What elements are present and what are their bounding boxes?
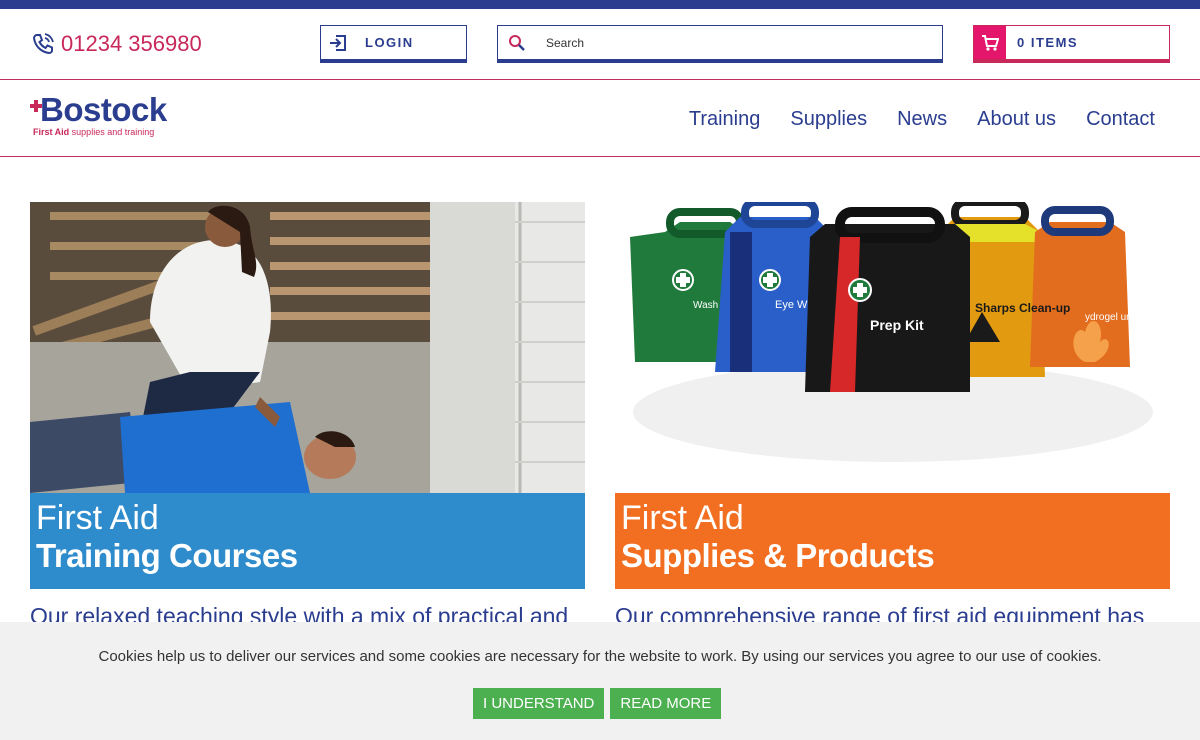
login-icon [321, 34, 355, 52]
nav-training[interactable]: Training [689, 108, 761, 131]
phone-icon [32, 33, 54, 55]
kit-4-label: Sharps Clean-up [975, 301, 1070, 315]
search-box [497, 25, 943, 63]
main-header: Bostock First Aid supplies and training … [0, 80, 1200, 157]
cookie-accept-button[interactable]: I UNDERSTAND [473, 688, 605, 719]
training-card[interactable]: First Aid Training Courses Our relaxed t… [30, 202, 585, 630]
cpr-photo [30, 202, 585, 493]
search-icon[interactable] [498, 34, 536, 52]
cookie-message: Cookies help us to deliver our services … [98, 648, 1102, 665]
logo-name: Bostock [40, 91, 167, 128]
cart-count: 0 ITEMS [1017, 35, 1079, 50]
training-banner: First Aid Training Courses [30, 493, 585, 589]
login-label: LOGIN [365, 35, 414, 50]
cart-icon [974, 26, 1006, 59]
nav-news[interactable]: News [897, 108, 947, 131]
cookie-buttons: I UNDERSTAND READ MORE [473, 688, 727, 719]
supplies-title-line2: Supplies & Products [621, 537, 935, 574]
nav-contact[interactable]: Contact [1086, 108, 1155, 131]
phone-link[interactable]: 01234 356980 [30, 31, 202, 57]
first-aid-kits-photo: Wash Plast Eye W Pod Prep Kit Sharps Cle… [615, 202, 1170, 493]
nav-about-us[interactable]: About us [977, 108, 1056, 131]
training-title-line1: First Aid [36, 499, 159, 537]
logo-tagline: First Aid supplies and training [33, 127, 155, 137]
top-stripe [0, 0, 1200, 9]
cookie-banner: Cookies help us to deliver our services … [0, 622, 1200, 740]
nav-supplies[interactable]: Supplies [790, 108, 867, 131]
login-button[interactable]: LOGIN [320, 25, 467, 63]
training-title-line2: Training Courses [36, 537, 298, 574]
logo-cross-icon [30, 100, 42, 112]
cookie-read-more-button[interactable]: READ MORE [610, 688, 722, 719]
kit-5-label: ydrogel urn Plasters [1085, 312, 1170, 323]
supplies-banner: First Aid Supplies & Products [615, 493, 1170, 589]
utility-bar: 01234 356980 LOGIN 0 ITEMS [0, 9, 1200, 80]
phone-number: 01234 356980 [61, 31, 202, 56]
supplies-title-line1: First Aid [621, 499, 744, 537]
supplies-card[interactable]: Wash Plast Eye W Pod Prep Kit Sharps Cle… [615, 202, 1170, 630]
site-logo[interactable]: Bostock First Aid supplies and training [30, 91, 167, 137]
cart-button[interactable]: 0 ITEMS [973, 25, 1170, 63]
main-nav: Training Supplies News About us Contact [659, 108, 1155, 131]
search-input[interactable] [546, 35, 936, 50]
kit-3-label: Prep Kit [870, 317, 924, 333]
